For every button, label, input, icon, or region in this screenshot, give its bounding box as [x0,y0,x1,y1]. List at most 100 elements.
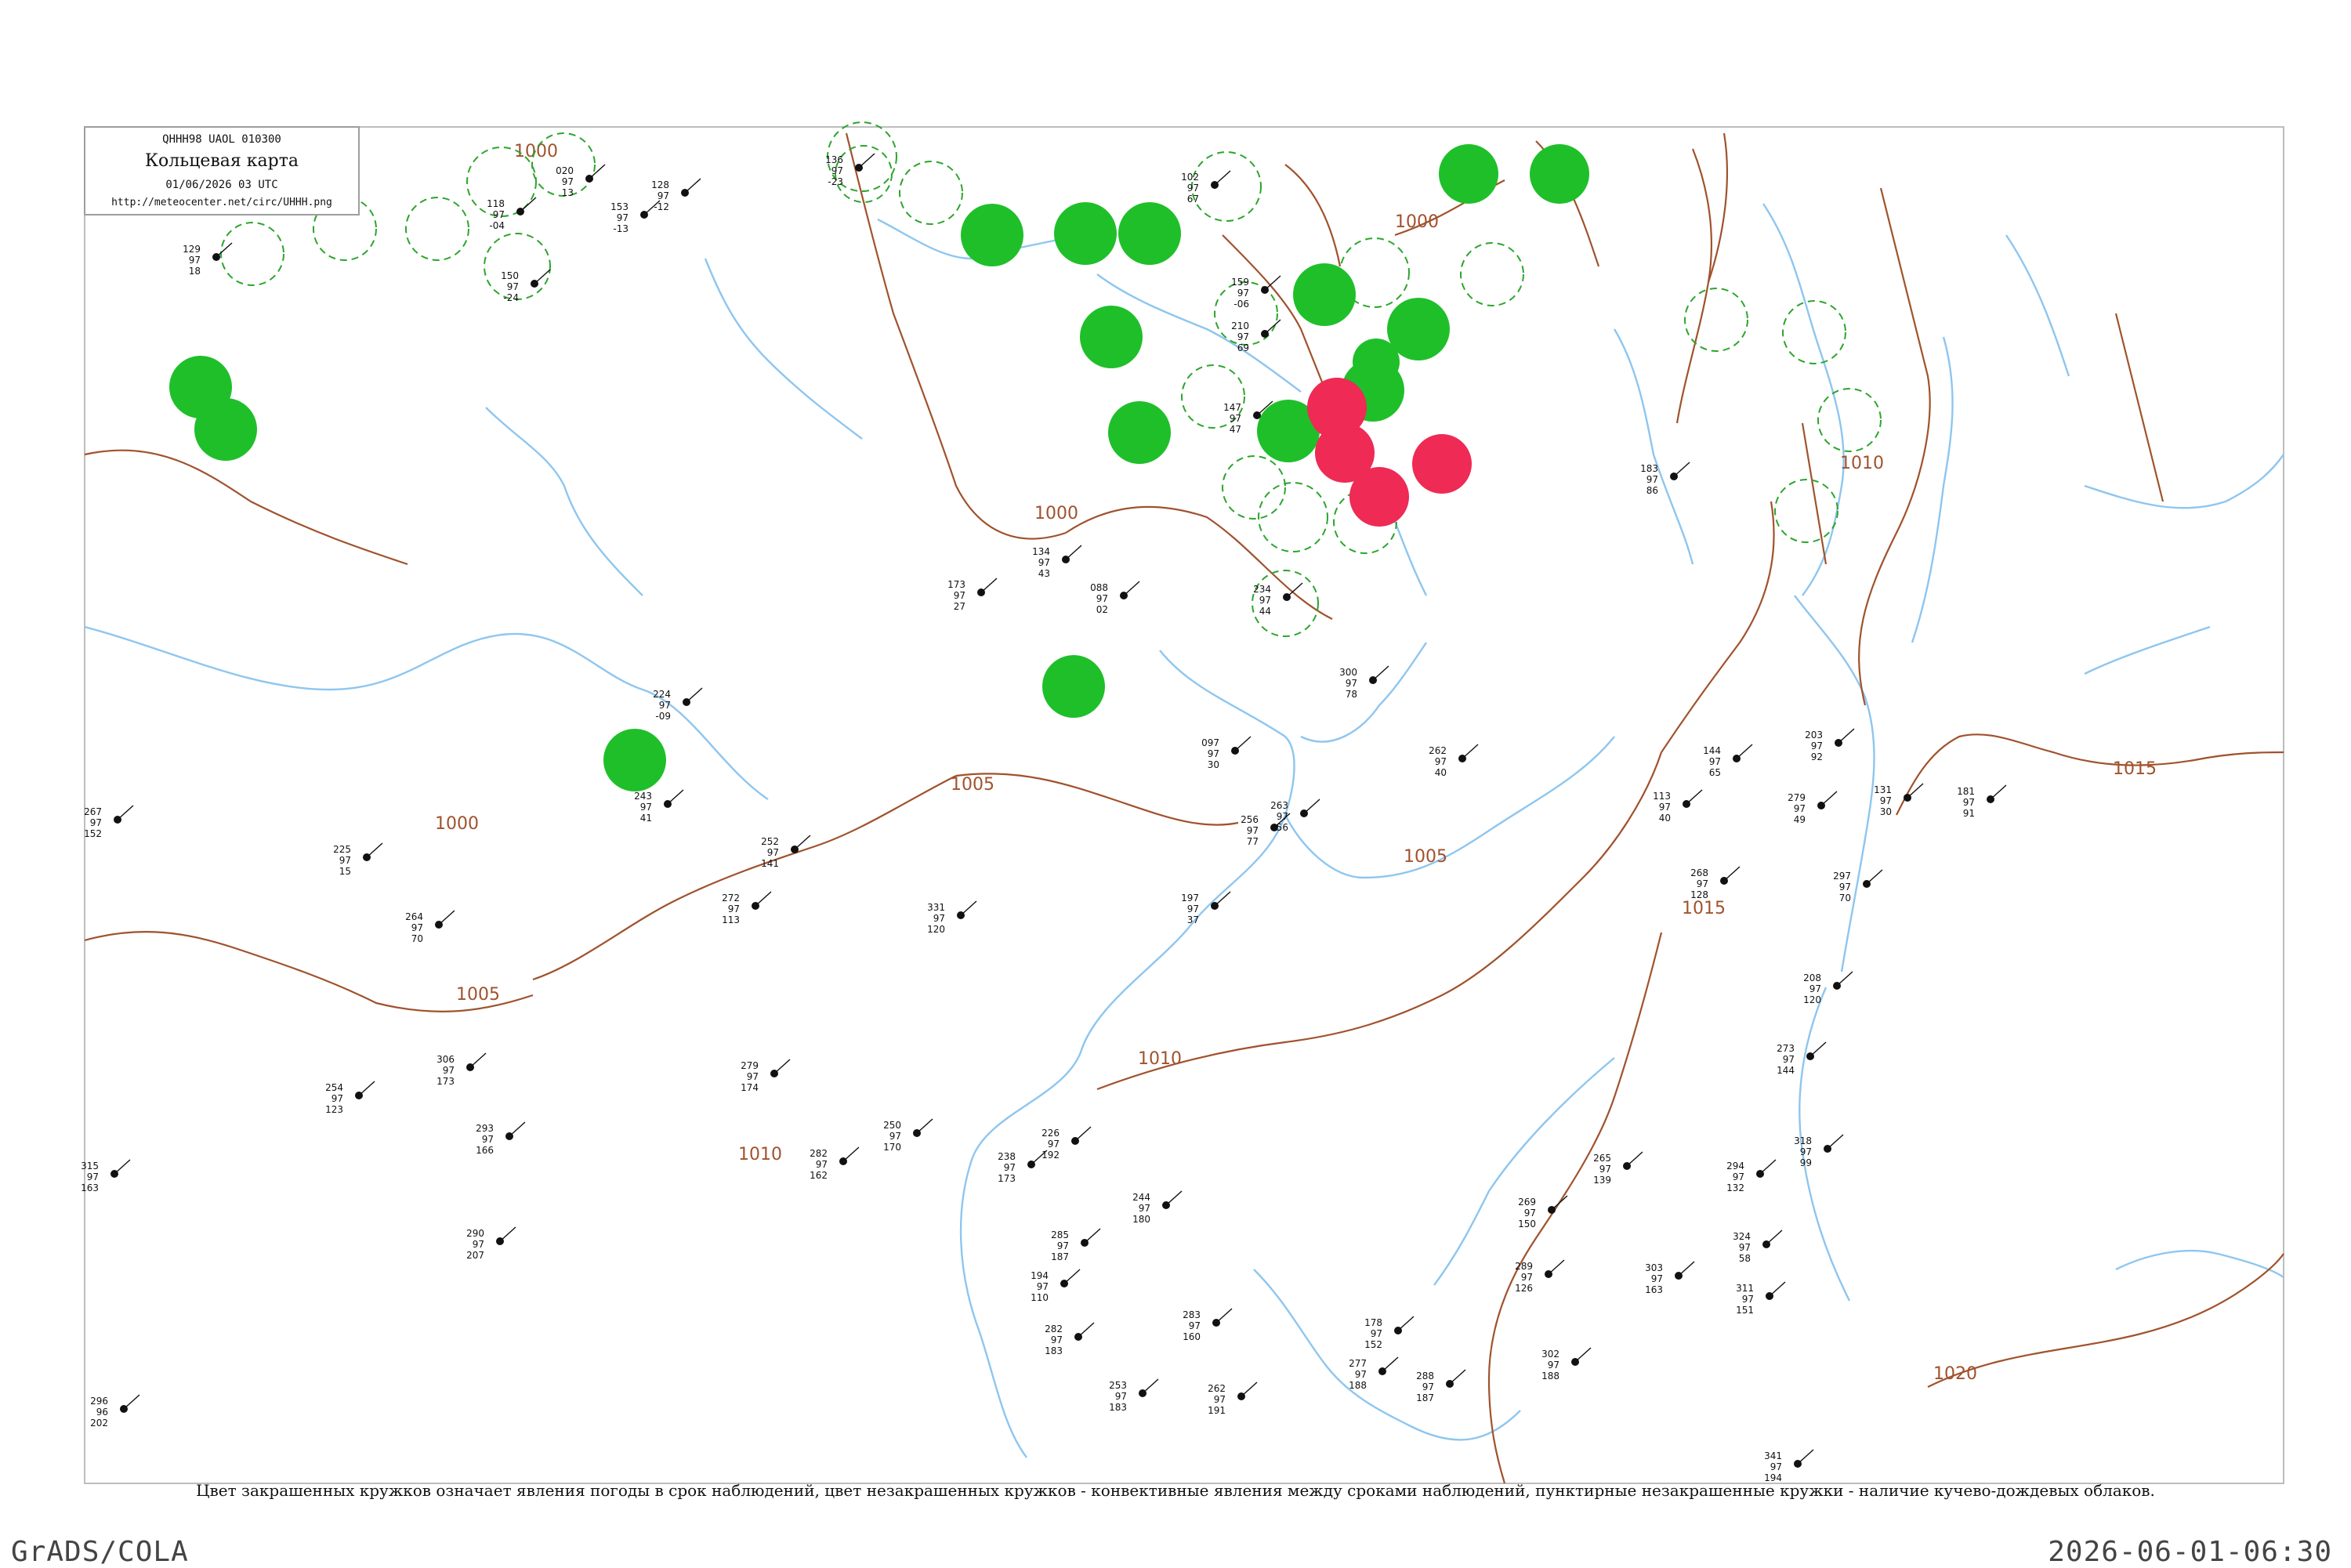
wind-barb [589,164,606,179]
wind-barb [366,842,383,858]
station-value: 296 [90,1396,108,1407]
station-plot: 28297183 [1045,1322,1095,1356]
station-value: 67 [1187,194,1199,205]
coastline-layer [84,203,2284,1458]
station-value: 285 [1051,1229,1069,1240]
station-value: 97 [831,165,843,176]
station-value: 47 [1230,424,1241,435]
station-value: 128 [651,179,669,190]
isobar-line [1675,148,1713,424]
station-value: 97 [1646,474,1658,485]
station-value: 97 [1038,557,1050,568]
station-plot: 34197194 [1764,1449,1814,1483]
convective-ring [405,197,469,261]
station-value: 91 [1963,808,1975,819]
station-value: 254 [325,1082,343,1093]
isobar-label: 1000 [1034,504,1078,523]
station-value: 97 [728,904,740,914]
station-value: 132 [1726,1182,1744,1193]
station-value: 279 [1788,792,1806,803]
station-value: 27 [954,601,965,612]
station-plot: 25497123 [325,1081,375,1115]
wind-barb [1838,728,1855,744]
station-value: 191 [1208,1405,1226,1416]
wind-barb [858,153,875,168]
wind-barb [794,835,811,850]
wind-barb [1820,791,1838,806]
station-plot: 1139740 [1653,789,1703,824]
station-value: 226 [1041,1128,1060,1139]
station-value: 97 [1651,1273,1663,1284]
station-value: 120 [1803,994,1821,1005]
station-value: 97 [1880,795,1892,806]
station-value: 210 [1231,320,1249,331]
isobar-label: 1000 [1395,212,1439,232]
station-value: 97 [1048,1139,1060,1150]
isobar-line [1858,187,1931,706]
station-value: 97 [1435,756,1447,767]
station-plot: 33197120 [927,900,977,935]
station-value: 78 [1346,689,1357,700]
station-value: 150 [501,270,519,281]
station-plot: 22697192 [1041,1126,1092,1161]
station-value: 097 [1201,737,1219,748]
station-value: 97 [1096,593,1108,604]
station-value: 97 [1247,825,1259,836]
isobar-line [1661,501,1775,753]
station-plot: 26597139 [1593,1151,1643,1186]
weather-circle-green [1530,144,1589,204]
station-value: 30 [1880,806,1892,817]
station-value: 170 [883,1142,901,1153]
station-value: 159 [1231,277,1249,288]
station-plot: 2649770 [405,910,455,944]
station-value: 173 [998,1173,1016,1184]
station-plot: 2979770 [1833,869,1883,904]
weather-circle-red [1310,393,1354,437]
wind-barb [1866,869,1883,885]
station-value: 188 [1541,1371,1559,1382]
station-plot: 13697-23 [825,153,875,187]
station-value: 37 [1187,914,1199,925]
station-value: 18 [189,266,201,277]
wind-barb [1723,866,1741,882]
station-value: 110 [1031,1292,1049,1303]
weather-circle-green [1042,655,1105,718]
station-value: 97 [1371,1328,1382,1339]
station-value: 97 [889,1131,901,1142]
station-value: 152 [84,828,102,839]
isobar-labels: 1000 1000 1000 1000 1005 1005 1005 1010 … [435,142,2157,1384]
wind-barb [980,578,998,593]
station-value: 173 [437,1076,455,1087]
wind-barb [684,178,701,194]
station-value: 97 [1189,1320,1201,1331]
station-value: 97 [562,176,574,187]
station-value: 163 [81,1182,99,1193]
station-value: 151 [1736,1305,1754,1316]
station-value: 166 [476,1145,494,1156]
station-plot: 29397166 [476,1121,526,1156]
wind-barb [1449,1369,1466,1385]
station-value: -04 [489,220,505,231]
station-value: 088 [1090,582,1108,593]
station-plot: 2349744 [1253,582,1303,617]
station-value: 97 [1709,756,1721,767]
station-plot: 31197151 [1736,1281,1786,1316]
station-value: 150 [1518,1219,1536,1229]
weather-circle-green [1353,339,1400,386]
wind-barb [842,1146,860,1162]
station-plot: 28897187 [1416,1369,1466,1403]
wind-barb [114,1159,131,1175]
wind-barb [1686,789,1703,805]
wind-barb [1372,665,1389,681]
station-value: 97 [411,922,423,933]
wind-barb [1382,1356,1399,1372]
station-value: 267 [84,806,102,817]
station-value: 268 [1690,867,1708,878]
station-value: 97 [473,1239,484,1250]
station-value: 99 [1800,1157,1812,1168]
wind-barb [1736,744,1753,759]
station-plot: 11897-04 [487,197,537,231]
station-plot: 2639756 [1270,798,1320,833]
station-value: 162 [810,1170,828,1181]
weather-circle-red [1412,434,1472,494]
